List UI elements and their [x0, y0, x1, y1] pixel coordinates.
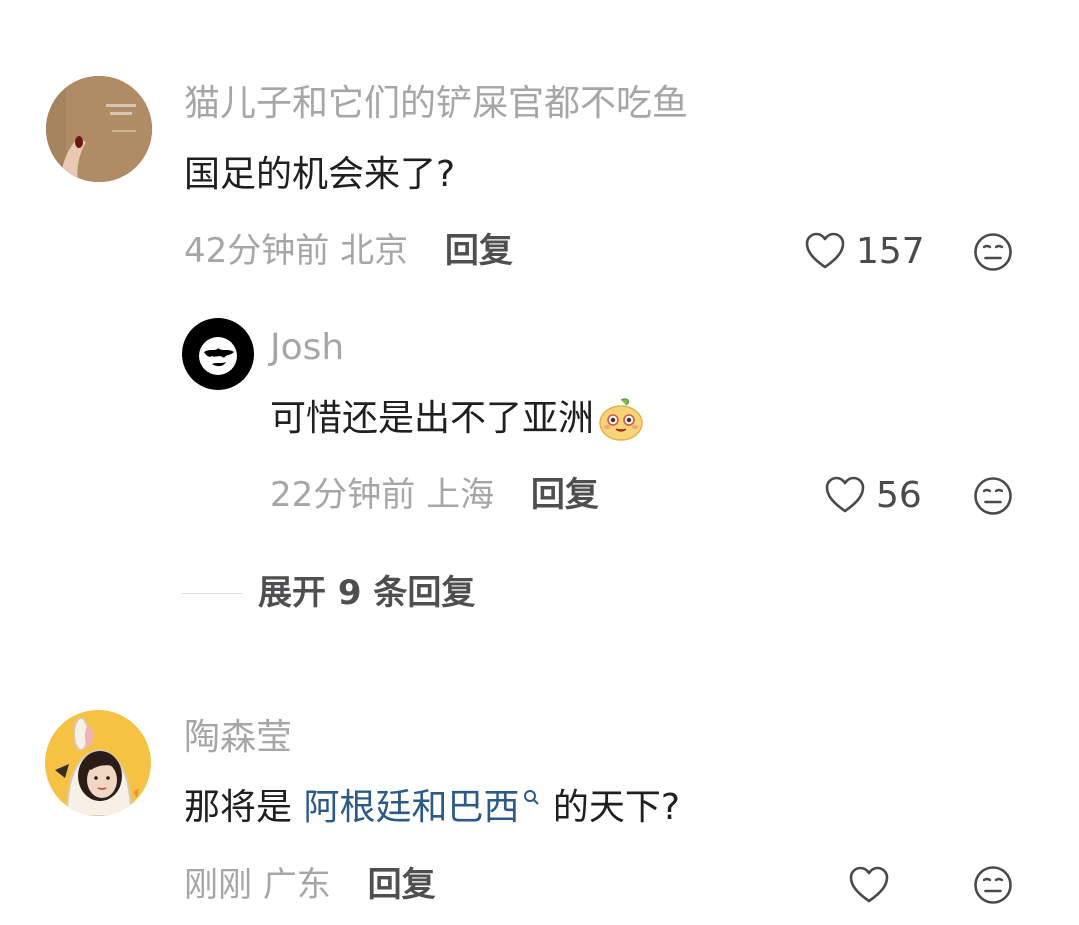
- heart-icon: [804, 231, 846, 271]
- comment-text-before: 那将是: [184, 787, 304, 828]
- avatar[interactable]: [182, 318, 254, 390]
- comment-time: 42分钟前: [184, 231, 330, 271]
- search-link[interactable]: 阿根廷和巴西: [303, 787, 519, 828]
- face-emoji-icon: [598, 396, 644, 442]
- avatar[interactable]: [46, 76, 152, 182]
- reply-text[interactable]: 可惜还是出不了亚洲: [270, 396, 644, 442]
- comment-meta: 42分钟前 北京 回复: [184, 229, 513, 273]
- heart-icon: [848, 865, 890, 905]
- reply-button[interactable]: 回复: [368, 865, 436, 905]
- search-icon[interactable]: [519, 785, 541, 831]
- like-button[interactable]: 157: [804, 229, 925, 273]
- comment-location: 北京: [340, 231, 409, 271]
- like-count: 56: [876, 474, 922, 516]
- meh-face-icon: [973, 233, 1013, 276]
- expand-divider: [182, 593, 242, 594]
- reply-text-body: 可惜还是出不了亚洲: [270, 398, 595, 439]
- reply-username[interactable]: Josh: [270, 326, 344, 370]
- expand-replies-button[interactable]: 展开 9 条回复: [258, 571, 475, 615]
- comment-meta: 刚刚 广东 回复: [184, 863, 436, 907]
- comment-username[interactable]: 猫儿子和它们的铲屎官都不吃鱼: [184, 82, 688, 126]
- comment-time: 刚刚: [184, 865, 252, 905]
- meh-face-icon: [973, 866, 1013, 909]
- dislike-button[interactable]: [973, 476, 1013, 516]
- comment-text[interactable]: 国足的机会来了?: [184, 152, 455, 198]
- avatar[interactable]: [45, 710, 151, 816]
- comment-location: 广东: [262, 865, 331, 905]
- meh-face-icon: [973, 477, 1013, 520]
- comment-text-after: 的天下?: [541, 787, 681, 828]
- reply-time: 22分钟前: [270, 475, 416, 515]
- dislike-button[interactable]: [973, 232, 1013, 272]
- comment-text[interactable]: 那将是 阿根廷和巴西 的天下?: [184, 785, 680, 831]
- like-button[interactable]: 56: [824, 473, 922, 517]
- like-button[interactable]: [848, 863, 890, 907]
- comment-username[interactable]: 陶森莹: [184, 716, 292, 760]
- reply-button[interactable]: 回复: [445, 231, 513, 271]
- like-count: 157: [856, 230, 925, 272]
- reply-meta: 22分钟前 上海 回复: [270, 473, 599, 517]
- reply-location: 上海: [426, 475, 495, 515]
- heart-icon: [824, 475, 866, 515]
- dislike-button[interactable]: [973, 865, 1013, 905]
- reply-button[interactable]: 回复: [531, 475, 599, 515]
